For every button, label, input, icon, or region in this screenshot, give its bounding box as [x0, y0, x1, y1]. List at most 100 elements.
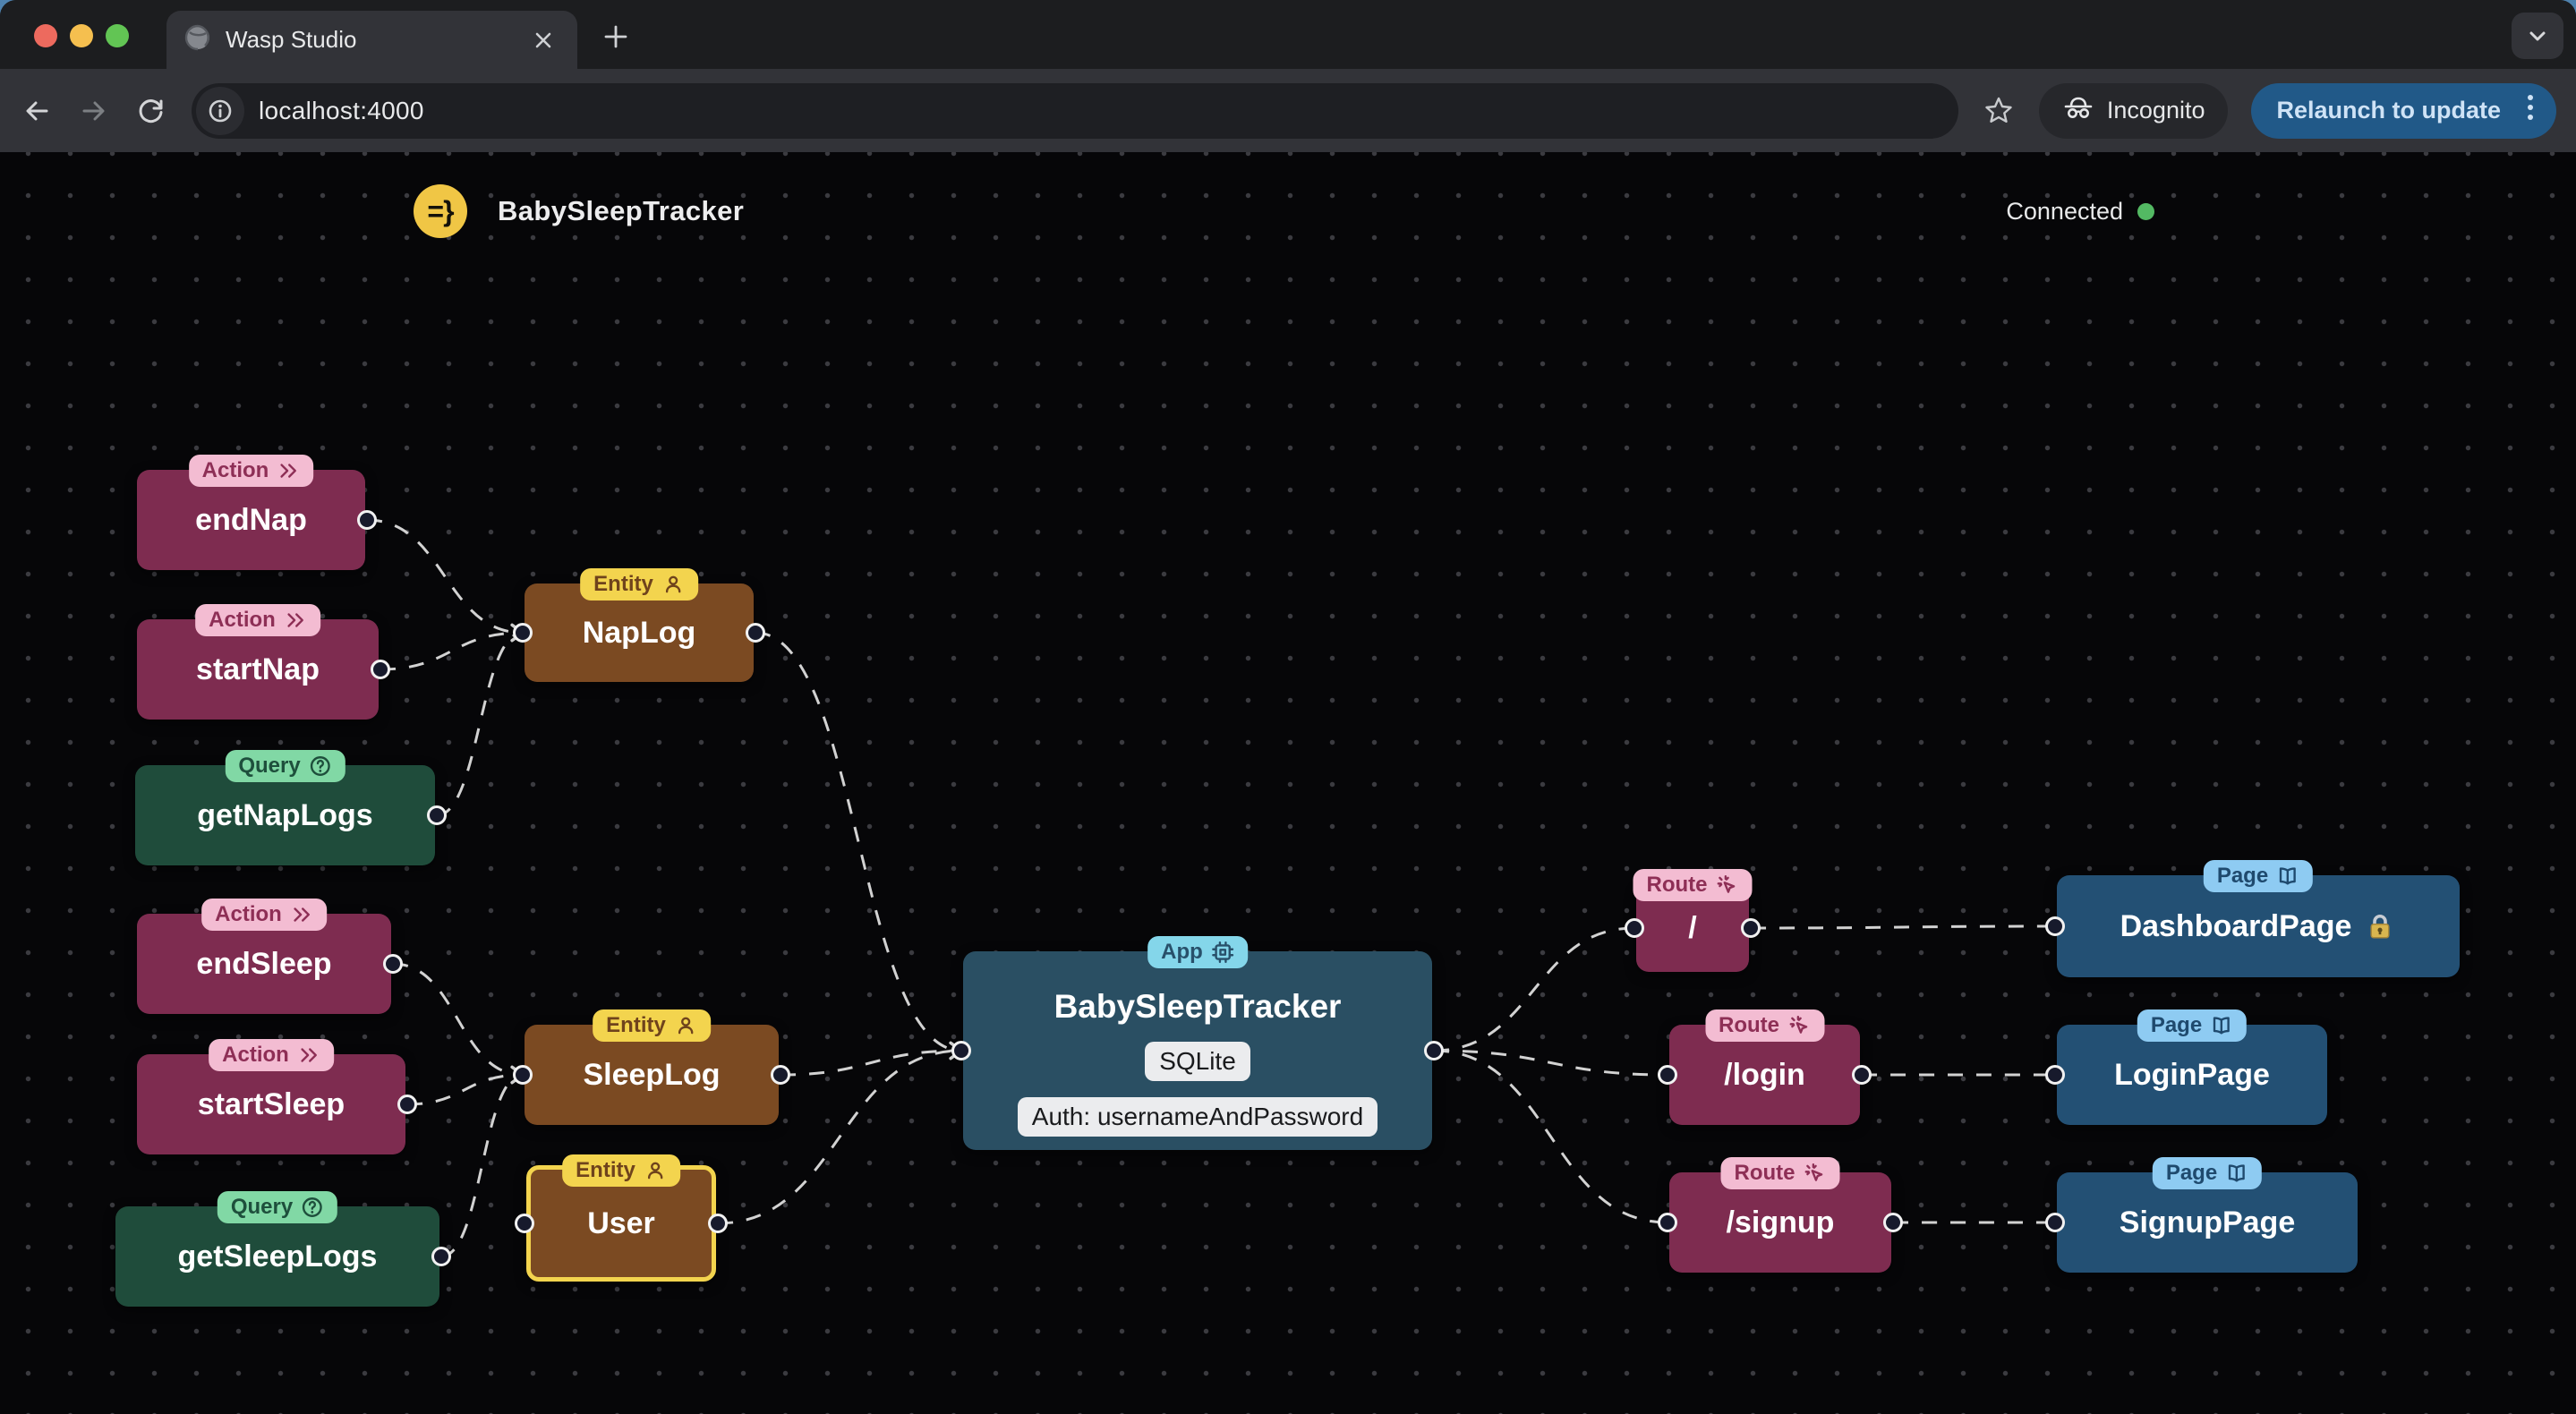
- node-label: /signup: [1726, 1205, 1835, 1239]
- incognito-icon: [2062, 91, 2094, 130]
- napLog-out-handle[interactable]: [746, 623, 765, 643]
- node-label: BabySleepTracker: [1053, 988, 1342, 1025]
- connection-status-label: Connected: [2006, 197, 2123, 225]
- endNap-out-handle[interactable]: [357, 510, 377, 530]
- edge-sleepLog-to-app: [780, 1041, 963, 1077]
- napLog-in-handle[interactable]: [513, 623, 533, 643]
- bookmark-star-icon[interactable]: [1982, 94, 2016, 128]
- node-getNapLogs[interactable]: Query getNapLogs: [135, 750, 435, 865]
- auth-pill: Auth: usernameAndPassword: [1017, 1097, 1378, 1137]
- endSleep-out-handle[interactable]: [383, 954, 403, 974]
- node-dashboardPage[interactable]: Page DashboardPage: [2057, 860, 2460, 977]
- entity-badge: Entity: [562, 1154, 680, 1187]
- node-routeSignup[interactable]: Route/signup: [1669, 1157, 1891, 1273]
- tab-wasp-studio[interactable]: Wasp Studio: [166, 11, 577, 69]
- edge-startSleep-to-sleepLog: [406, 1065, 525, 1106]
- badge-label: Route: [1646, 873, 1708, 897]
- edge-napLog-to-app: [755, 631, 963, 1060]
- relaunch-label: Relaunch to update: [2276, 97, 2501, 124]
- routeRoot-in-handle[interactable]: [1625, 918, 1644, 938]
- pointer-click-icon: [1804, 1163, 1823, 1181]
- startNap-out-handle[interactable]: [371, 660, 390, 679]
- page-badge: Page: [2137, 1009, 2248, 1042]
- edge-getSleepLogs-to-sleepLog: [440, 1065, 525, 1258]
- user-in-handle[interactable]: [515, 1214, 534, 1233]
- routeSignup-in-handle[interactable]: [1658, 1213, 1677, 1232]
- node-sleepLog[interactable]: Entity SleepLog: [525, 1009, 779, 1125]
- badge-label: Entity: [606, 1013, 666, 1037]
- loginPage-in-handle[interactable]: [2045, 1065, 2065, 1085]
- screen: Wasp Studio localhost:4000 Incognito Rel…: [0, 0, 2576, 1414]
- forward-button[interactable]: [77, 94, 111, 128]
- action-badge: Action: [201, 899, 327, 931]
- node-app[interactable]: App BabySleepTracker SQLite Auth: usernameA…: [963, 936, 1432, 1150]
- action-badge: Action: [195, 604, 320, 636]
- node-getSleepLogs[interactable]: Query getSleepLogs: [115, 1191, 439, 1307]
- route-badge: Route: [1705, 1009, 1824, 1042]
- badge-label: Action: [215, 902, 282, 926]
- badge-label: Route: [1734, 1161, 1796, 1185]
- signupPage-in-handle[interactable]: [2045, 1213, 2065, 1232]
- badge-label: Entity: [593, 572, 653, 596]
- startSleep-out-handle[interactable]: [397, 1095, 417, 1114]
- node-label: startNap: [196, 652, 320, 686]
- node-endSleep[interactable]: Action endSleep: [137, 899, 391, 1014]
- minimize-window-button[interactable]: [70, 24, 93, 47]
- edge-routeRoot-to-dashboardPage: [1750, 924, 2056, 930]
- routeLogin-out-handle[interactable]: [1852, 1065, 1872, 1085]
- close-window-button[interactable]: [34, 24, 57, 47]
- chevrons-right-icon: [301, 1048, 317, 1062]
- node-label: NapLog: [582, 615, 696, 650]
- tab-search-button[interactable]: [2512, 13, 2563, 59]
- routeSignup-out-handle[interactable]: [1883, 1213, 1903, 1232]
- zoom-window-button[interactable]: [106, 24, 129, 47]
- address-bar[interactable]: localhost:4000: [192, 82, 1958, 139]
- node-startNap[interactable]: Action startNap: [137, 604, 379, 720]
- chevrons-right-icon: [294, 907, 310, 922]
- sleepLog-in-handle[interactable]: [513, 1065, 533, 1085]
- site-info-icon[interactable]: [196, 86, 244, 135]
- back-button[interactable]: [20, 94, 54, 128]
- node-signupPage[interactable]: Page SignupPage: [2057, 1157, 2358, 1273]
- routeLogin-in-handle[interactable]: [1658, 1065, 1677, 1085]
- app-in-handle[interactable]: [951, 1041, 971, 1060]
- node-label: startSleep: [197, 1086, 345, 1121]
- node-routeLogin[interactable]: Route/login: [1669, 1009, 1860, 1125]
- browser-window: Wasp Studio localhost:4000 Incognito Rel…: [0, 0, 2576, 1414]
- reload-button[interactable]: [134, 94, 168, 128]
- browser-toolbar: localhost:4000 Incognito Relaunch to upd…: [0, 69, 2576, 152]
- node-user[interactable]: Entity User: [526, 1154, 716, 1282]
- action-badge: Action: [209, 1039, 334, 1071]
- node-routeRoot[interactable]: Route /: [1633, 869, 1753, 972]
- node-label: SignupPage: [2119, 1205, 2296, 1239]
- route-badge: Route: [1633, 869, 1753, 901]
- node-label: endNap: [195, 502, 307, 537]
- query-badge: Query: [225, 750, 345, 782]
- wasp-logo: =}: [414, 184, 467, 238]
- cpu-icon: [1211, 941, 1233, 964]
- getNapLogs-out-handle[interactable]: [427, 805, 447, 825]
- node-loginPage[interactable]: Page LoginPage: [2057, 1009, 2327, 1125]
- kebab-menu-icon[interactable]: [2517, 88, 2544, 133]
- getSleepLogs-out-handle[interactable]: [431, 1247, 451, 1266]
- node-label: /login: [1724, 1057, 1805, 1092]
- node-endNap[interactable]: Action endNap: [137, 455, 365, 570]
- dashboardPage-in-handle[interactable]: [2045, 916, 2065, 936]
- url-text: localhost:4000: [259, 96, 424, 124]
- relaunch-to-update-button[interactable]: Relaunch to update: [2251, 82, 2556, 139]
- node-label: SleepLog: [583, 1057, 721, 1092]
- wasp-studio-canvas[interactable]: Action endNap Action startNap Query getNapLog…: [0, 152, 2576, 1414]
- sleepLog-out-handle[interactable]: [771, 1065, 790, 1085]
- edge-app-to-routeLogin: [1433, 1049, 1668, 1077]
- tab-close-icon[interactable]: [527, 24, 559, 56]
- badge-label: Action: [201, 458, 269, 482]
- new-tab-button[interactable]: [594, 15, 637, 58]
- incognito-badge: Incognito: [2038, 82, 2229, 139]
- user-out-handle[interactable]: [708, 1214, 728, 1233]
- badge-label: Query: [238, 754, 301, 778]
- routeRoot-out-handle[interactable]: [1741, 918, 1761, 938]
- app-out-handle[interactable]: [1424, 1041, 1444, 1060]
- node-startSleep[interactable]: Action startSleep: [137, 1039, 405, 1154]
- window-controls: [34, 24, 129, 47]
- node-napLog[interactable]: Entity NapLog: [525, 568, 754, 682]
